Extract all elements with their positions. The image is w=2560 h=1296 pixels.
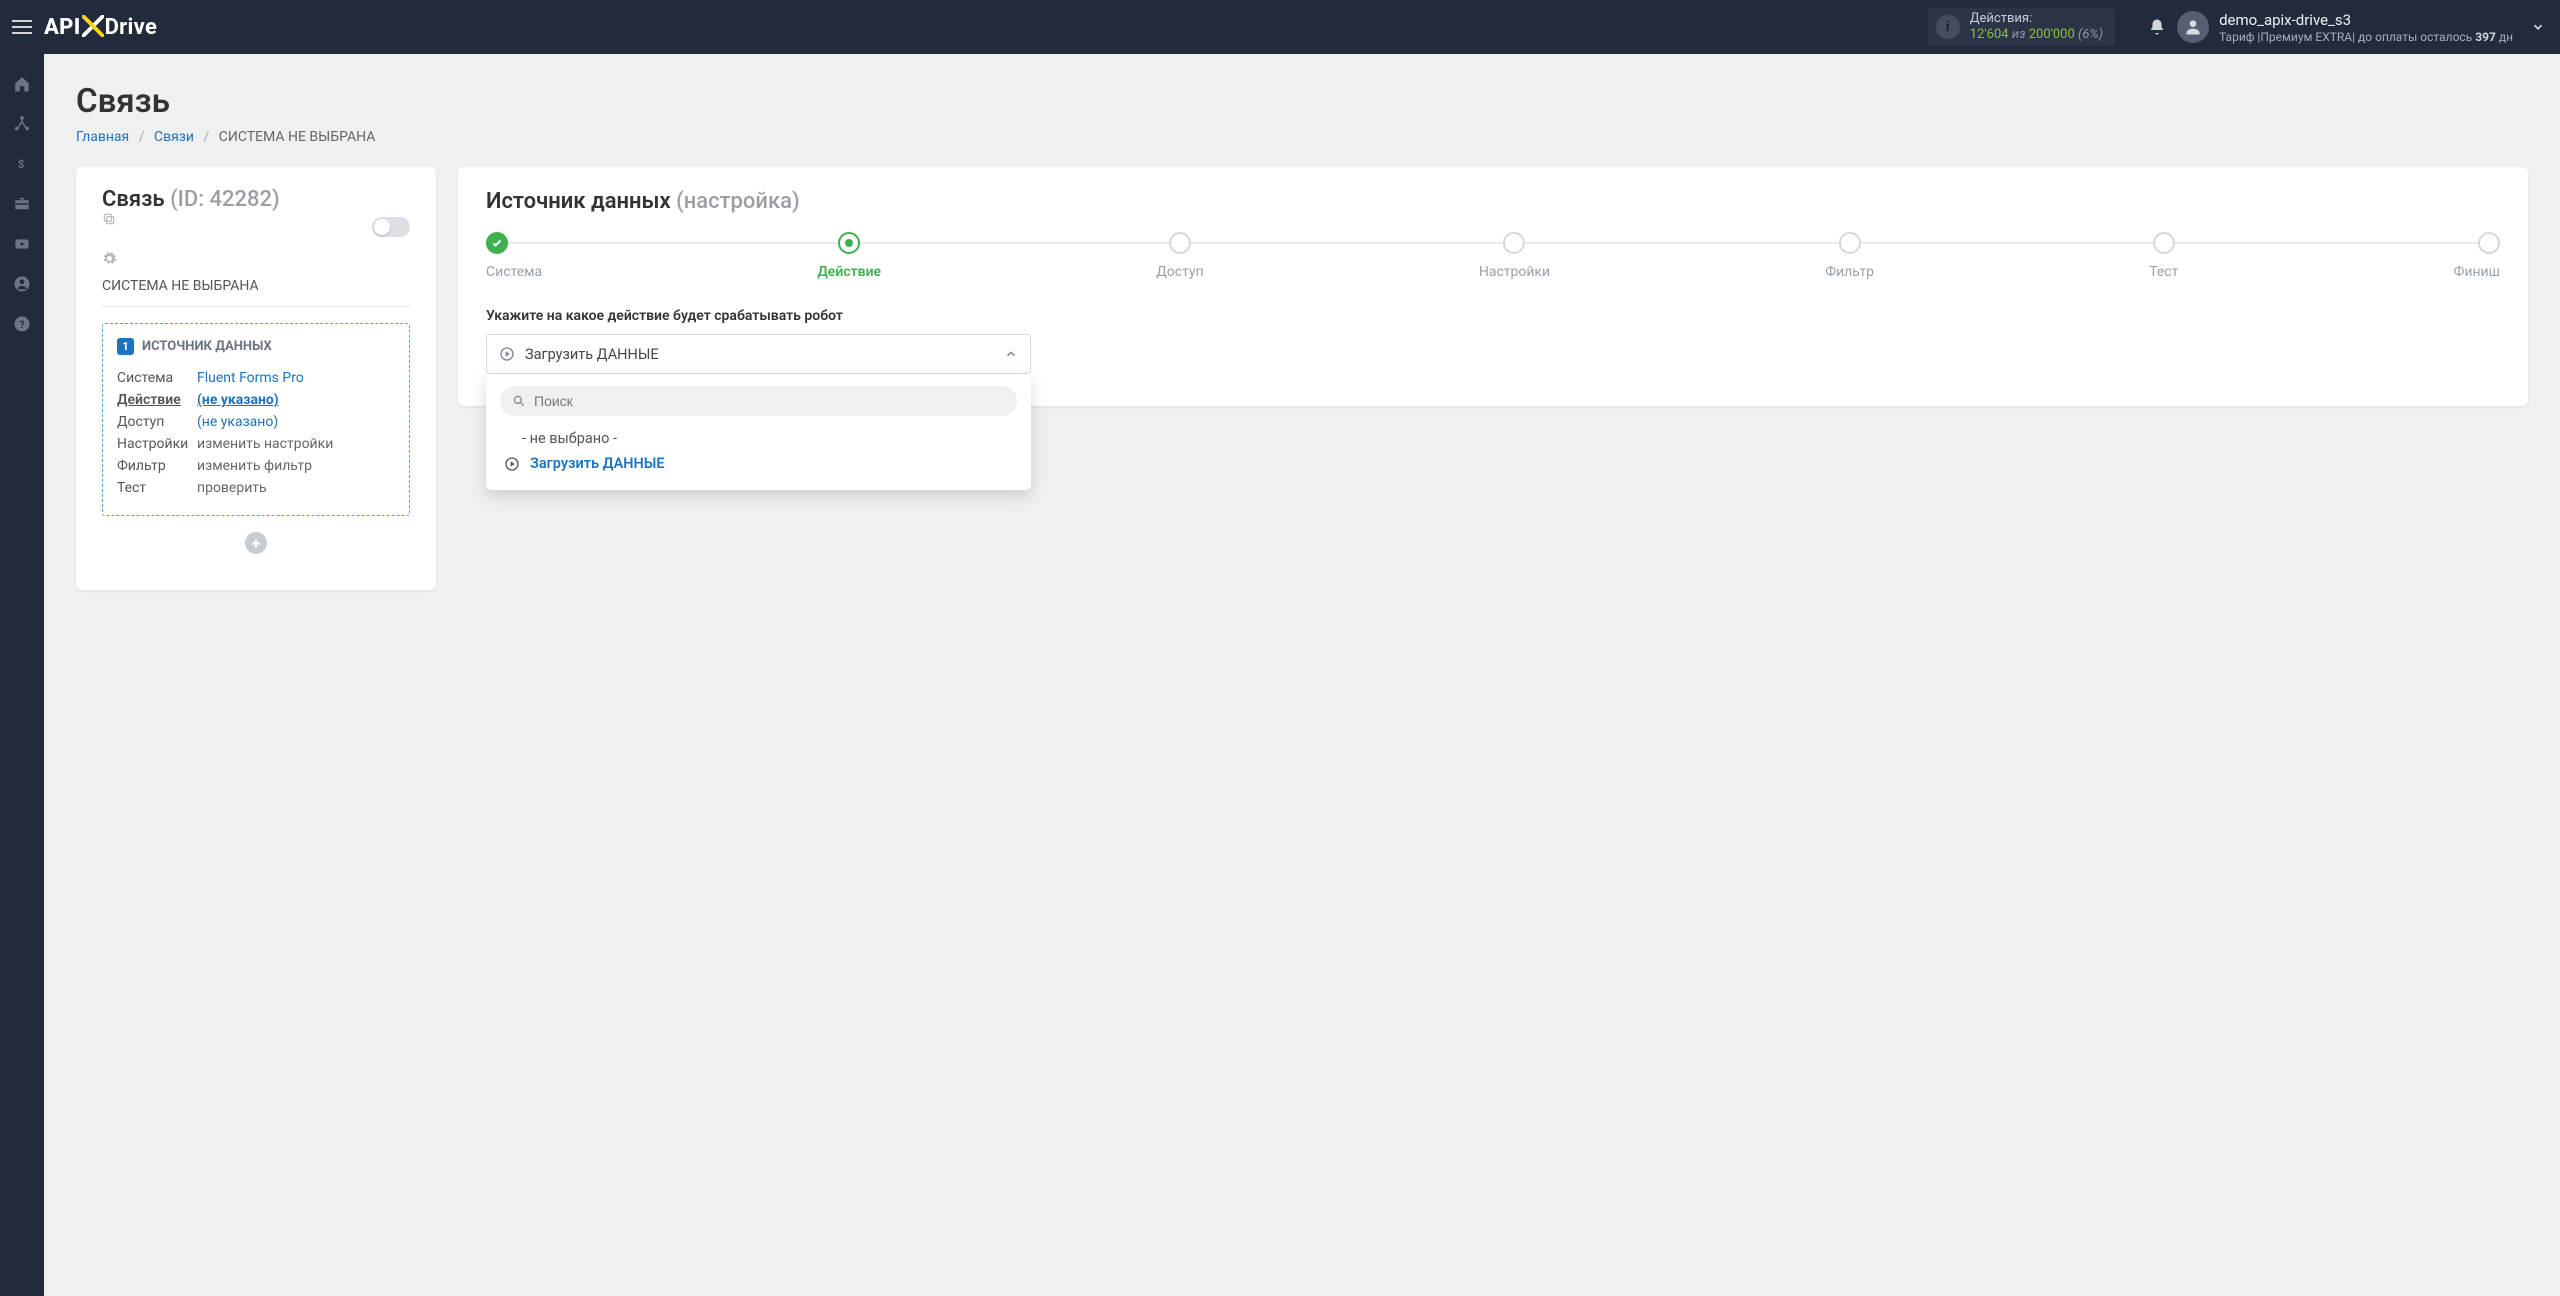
left-rail: $ ?	[0, 54, 44, 1296]
connection-subtitle: СИСТЕМА НЕ ВЫБРАНА	[102, 272, 410, 307]
link-test[interactable]: проверить	[197, 480, 267, 496]
main-title: Источник данных	[486, 189, 671, 214]
chevron-up-icon	[1004, 347, 1018, 361]
action-field-label: Укажите на какое действие будет срабатыв…	[486, 308, 2500, 324]
user-tariff: Тариф |Премиум EXTRA| до оплаты осталось…	[2219, 30, 2513, 44]
actions-used: 12'604	[1970, 27, 2009, 42]
rail-help-icon[interactable]: ?	[0, 304, 44, 344]
play-icon	[504, 456, 520, 472]
rail-briefcase-icon[interactable]	[0, 184, 44, 224]
step-finish[interactable]: Финиш	[2454, 232, 2500, 280]
link-access[interactable]: (не указано)	[197, 414, 278, 430]
rail-home-icon[interactable]	[0, 64, 44, 104]
row-filter: Фильтр изменить фильтр	[117, 455, 395, 477]
main-card: Источник данных (настройка) Система Дейс…	[458, 167, 2528, 406]
svg-text:?: ?	[19, 318, 24, 331]
wizard-steps: Система Действие Доступ Настройки Фильтр…	[486, 232, 2500, 280]
logo-x-icon: ✕	[82, 15, 104, 37]
rail-video-icon[interactable]	[0, 224, 44, 264]
search-icon	[512, 394, 526, 408]
logo-text-api: API	[44, 15, 81, 40]
connection-card: Связь (ID: 42282) СИСТЕМА НЕ ВЫБРАНА	[76, 167, 436, 590]
add-destination-button[interactable]: +	[245, 532, 267, 554]
link-system[interactable]: Fluent Forms Pro	[197, 370, 304, 386]
crumb-home[interactable]: Главная	[76, 129, 129, 145]
row-system: Система Fluent Forms Pro	[117, 367, 395, 389]
row-access: Доступ (не указано)	[117, 411, 395, 433]
crumb-links[interactable]: Связи	[154, 129, 194, 145]
action-dropdown-trigger[interactable]: Загрузить ДАННЫЕ	[486, 334, 1031, 374]
gear-icon[interactable]	[102, 251, 284, 266]
step-action[interactable]: Действие	[817, 232, 881, 280]
link-action[interactable]: (не указано)	[197, 392, 279, 408]
link-filter[interactable]: изменить фильтр	[197, 458, 312, 474]
topbar: API ✕ Drive .logo .x{background:linear-g…	[0, 0, 2560, 54]
action-dropdown-value: Загрузить ДАННЫЕ	[525, 346, 659, 363]
rail-connections-icon[interactable]	[0, 104, 44, 144]
source-box: 1 ИСТОЧНИК ДАННЫХ Система Fluent Forms P…	[102, 323, 410, 516]
actions-label: Действия:	[1970, 12, 2103, 25]
row-settings: Настройки изменить настройки	[117, 433, 395, 455]
source-box-number: 1	[117, 338, 134, 355]
notifications-icon[interactable]	[2137, 18, 2177, 36]
breadcrumb: Главная / Связи / СИСТЕМА НЕ ВЫБРАНА	[76, 129, 2528, 145]
source-box-title: ИСТОЧНИК ДАННЫХ	[142, 339, 272, 354]
copy-icon[interactable]	[102, 212, 284, 226]
enable-toggle[interactable]	[372, 217, 410, 237]
step-system[interactable]: Система	[486, 232, 542, 280]
dropdown-search-input[interactable]	[534, 393, 1005, 409]
actions-counter[interactable]: i Действия: 12'604 из 200'000 (6%)	[1928, 8, 2115, 46]
connection-title: Связь	[102, 187, 165, 212]
page-body: Связь Главная / Связи / СИСТЕМА НЕ ВЫБРА…	[44, 54, 2560, 1296]
play-icon	[499, 346, 515, 362]
logo[interactable]: API ✕ Drive	[44, 15, 157, 40]
rail-billing-icon[interactable]: $	[0, 144, 44, 184]
crumb-current: СИСТЕМА НЕ ВЫБРАНА	[219, 129, 376, 145]
dropdown-option-none[interactable]: - не выбрано -	[500, 426, 1017, 451]
step-test[interactable]: Тест	[2149, 232, 2178, 280]
logo-text-drive: Drive	[105, 15, 158, 40]
page-title: Связь	[76, 82, 2528, 121]
user-name: demo_apix-drive_s3	[2219, 11, 2513, 29]
info-icon: i	[1936, 15, 1960, 39]
dropdown-search[interactable]	[500, 386, 1017, 416]
connection-id: (ID: 42282)	[170, 187, 280, 212]
row-test: Тест проверить	[117, 477, 395, 499]
actions-of: из	[2012, 27, 2029, 42]
avatar-icon	[2177, 11, 2209, 43]
step-filter[interactable]: Фильтр	[1825, 232, 1874, 280]
hamburger-menu[interactable]	[0, 0, 44, 54]
actions-pct: (6%)	[2078, 27, 2103, 42]
rail-account-icon[interactable]	[0, 264, 44, 304]
row-action: Действие (не указано)	[117, 389, 395, 411]
step-settings[interactable]: Настройки	[1479, 232, 1550, 280]
step-access[interactable]: Доступ	[1156, 232, 1203, 280]
main-title-sub: (настройка)	[676, 189, 800, 214]
chevron-down-icon[interactable]	[2531, 20, 2545, 34]
svg-text:$: $	[18, 158, 24, 171]
dropdown-option-load[interactable]: Загрузить ДАННЫЕ	[500, 451, 1017, 476]
actions-total: 200'000	[2029, 27, 2075, 42]
action-dropdown: Загрузить ДАННЫЕ - не выбрано -	[486, 334, 1031, 374]
action-dropdown-popup: - не выбрано - Загрузить ДАННЫЕ	[486, 374, 1031, 490]
link-settings[interactable]: изменить настройки	[197, 436, 333, 452]
user-menu[interactable]: demo_apix-drive_s3 Тариф |Премиум EXTRA|…	[2177, 11, 2513, 44]
